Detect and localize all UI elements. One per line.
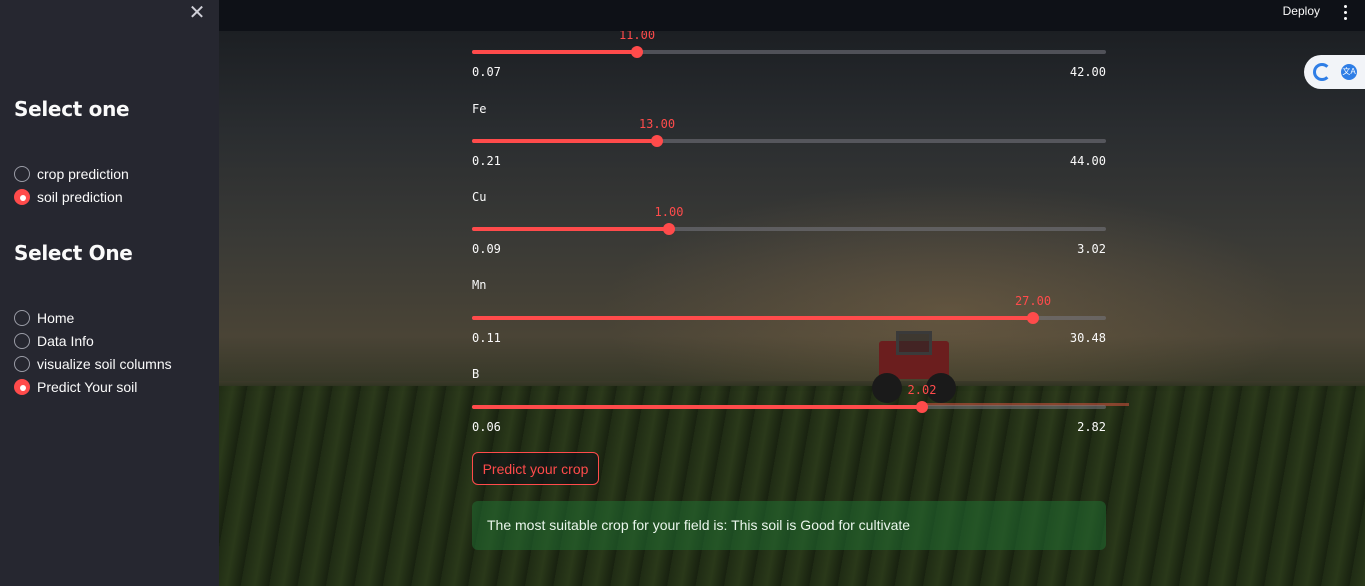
kebab-menu-icon[interactable] (1338, 3, 1352, 21)
slider-track[interactable] (472, 227, 1106, 231)
slider-min: 0.11 (472, 331, 501, 345)
slider-max: 44.00 (1069, 154, 1106, 168)
radio-button[interactable] (14, 356, 30, 372)
sidebar-title-select-one: Select one (14, 97, 130, 121)
result-success-message: The most suitable crop for your field is… (472, 501, 1106, 550)
slider-min: 0.07 (472, 65, 501, 79)
slider-thumb[interactable] (651, 135, 663, 147)
slider-label-b: B (472, 367, 480, 381)
sidebar: ✕ Select one crop prediction soil predic… (0, 0, 219, 586)
radio-predict-your-soil[interactable]: Predict Your soil (14, 377, 137, 397)
radio-soil-prediction[interactable]: soil prediction (14, 187, 123, 207)
radio-label: Home (37, 310, 75, 326)
crop-rows (219, 386, 1365, 586)
slider-max: 3.02 (1077, 242, 1106, 256)
radio-button[interactable] (14, 333, 30, 349)
slider-label-fe: Fe (472, 102, 487, 116)
app-header: Deploy (219, 0, 1365, 31)
slider-thumb[interactable] (631, 46, 643, 58)
slider-value: 1.00 (654, 205, 684, 219)
extension-logo-icon[interactable] (1313, 63, 1331, 81)
radio-label: Predict Your soil (37, 379, 138, 395)
translate-icon[interactable]: 文A (1341, 64, 1357, 80)
slider-value: 13.00 (638, 117, 676, 131)
slider-track[interactable] (472, 50, 1106, 54)
slider-value: 27.00 (1014, 294, 1052, 308)
slider-min: 0.21 (472, 154, 501, 168)
radio-data-info[interactable]: Data Info (14, 331, 94, 351)
slider-max: 30.48 (1069, 331, 1106, 345)
slider-thumb[interactable] (1027, 312, 1039, 324)
slider-max: 42.00 (1069, 65, 1106, 79)
radio-button[interactable] (14, 310, 30, 326)
predict-crop-button[interactable]: Predict your crop (472, 452, 599, 485)
radio-button[interactable] (14, 166, 30, 182)
radio-visualize-soil-columns[interactable]: visualize soil columns (14, 354, 172, 374)
slider-label-mn: Mn (472, 278, 487, 292)
slider-value: 2.02 (907, 383, 937, 397)
slider-max: 2.82 (1077, 420, 1106, 434)
slider-thumb[interactable] (663, 223, 675, 235)
radio-button-selected[interactable] (14, 379, 30, 395)
radio-label: visualize soil columns (37, 356, 172, 372)
radio-crop-prediction[interactable]: crop prediction (14, 164, 129, 184)
slider-track[interactable] (472, 316, 1106, 320)
slider-thumb[interactable] (916, 401, 928, 413)
slider-track[interactable] (472, 405, 1106, 409)
slider-min: 0.06 (472, 420, 501, 434)
radio-label: Data Info (37, 333, 94, 349)
slider-track[interactable] (472, 139, 1106, 143)
radio-label: soil prediction (37, 189, 123, 205)
close-icon[interactable]: ✕ (186, 2, 208, 24)
radio-home[interactable]: Home (14, 308, 74, 328)
deploy-button[interactable]: Deploy (1283, 4, 1320, 18)
slider-label-cu: Cu (472, 190, 487, 204)
radio-label: crop prediction (37, 166, 129, 182)
slider-min: 0.09 (472, 242, 501, 256)
sidebar-title-select-one-nav: Select One (14, 241, 133, 265)
extension-widget: 文A (1304, 55, 1365, 89)
radio-button-selected[interactable] (14, 189, 30, 205)
